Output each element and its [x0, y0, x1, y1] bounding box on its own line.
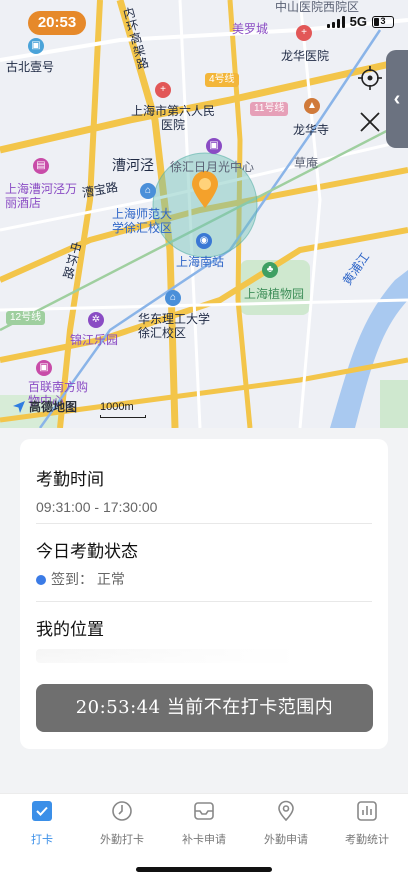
map-label: 上海市第六人民医院	[131, 104, 216, 132]
tab-clock-in[interactable]: 打卡	[1, 800, 83, 847]
tab-label: 外勤打卡	[100, 834, 144, 846]
battery-level: 3	[380, 15, 386, 26]
tab-label: 外勤申请	[264, 834, 308, 846]
home-indicator[interactable]	[136, 867, 272, 872]
attendance-status-title: 今日考勤状态	[36, 542, 138, 561]
locate-button[interactable]	[352, 60, 388, 96]
shopping-pin-icon: ▣	[206, 138, 222, 154]
map-label: 锦江乐园	[70, 333, 119, 347]
map-view[interactable]: + + ▣ ▣ ▤ ⌂ ⌂ ◉ ♣ ✲ ▣ ▲ 中山医院西院区 美罗城 内环高架…	[0, 0, 408, 428]
hospital-pin-icon: +	[155, 82, 171, 98]
tab-attendance-stats[interactable]: 考勤统计	[326, 800, 408, 847]
map-roads	[0, 0, 408, 428]
map-label: 华东理工大学徐汇校区	[138, 312, 211, 340]
attendance-card: 考勤时间 09:31:00 - 17:30:00 今日考勤状态 签到： 正常 我…	[20, 439, 388, 749]
map-label: 上海南站	[176, 255, 225, 269]
map-label: 草庵	[294, 156, 319, 170]
school-pin-icon: ⌂	[140, 183, 156, 199]
tab-label: 考勤统计	[345, 834, 389, 846]
map-label: 徐汇日月光中心	[170, 160, 255, 174]
crosshair-icon	[358, 66, 382, 90]
map-logo-text: 高德地图	[29, 400, 78, 414]
status-time: 20:53	[28, 11, 86, 35]
clock-icon	[112, 801, 132, 821]
attendance-status-section: 今日考勤状态 签到： 正常	[36, 541, 372, 588]
tab-label: 补卡申请	[182, 834, 226, 846]
map-scale-text: 1000m	[100, 401, 134, 413]
temple-pin-icon: ▲	[304, 98, 320, 114]
bar-chart-icon	[357, 801, 377, 821]
map-scale: 1000m	[100, 401, 146, 418]
battery-icon: 3	[372, 15, 394, 28]
side-drawer-handle[interactable]: ‹	[386, 50, 408, 148]
route-badge: 12号线	[6, 311, 46, 325]
check-square-icon	[32, 801, 52, 821]
shopping-pin-icon: ▣	[36, 360, 52, 376]
inbox-icon	[194, 802, 214, 820]
close-icon	[360, 112, 380, 132]
attendance-time-section: 考勤时间 09:31:00 - 17:30:00	[36, 469, 372, 516]
map-label: 漕河泾	[112, 157, 154, 173]
map-logo: 高德地图	[12, 398, 77, 415]
route-badge: 4号线	[205, 73, 239, 87]
status-dot-icon	[36, 575, 46, 585]
signal-icon	[326, 15, 345, 28]
park-pin-icon: ♣	[262, 262, 278, 278]
fade-overlay	[20, 639, 388, 689]
attendance-time-value: 09:31:00 - 17:30:00	[36, 499, 158, 515]
tab-label: 打卡	[31, 834, 53, 846]
close-map-button[interactable]	[352, 104, 388, 140]
attendance-status-value: 签到： 正常	[51, 571, 125, 587]
status-bar: 20:53 5G 3	[0, 0, 408, 42]
hotel-pin-icon: ▤	[33, 158, 49, 174]
map-label: 龙华寺	[293, 123, 330, 137]
tab-field-clock-in[interactable]: 外勤打卡	[81, 800, 163, 847]
tab-makeup-request[interactable]: 补卡申请	[163, 800, 245, 847]
map-label: 上海植物园	[244, 287, 305, 301]
current-location-marker	[190, 170, 220, 210]
tab-field-request[interactable]: 外勤申请	[245, 800, 327, 847]
route-badge: 11号线	[250, 102, 289, 116]
out-of-range-toast: 20:53:44 当前不在打卡范围内	[36, 684, 373, 732]
school-pin-icon: ⌂	[165, 290, 181, 306]
station-pin-icon: ◉	[196, 233, 212, 249]
map-label: 上海师范大学徐汇校区	[112, 207, 173, 235]
network-type: 5G	[349, 14, 367, 29]
navigation-arrow-icon	[13, 400, 25, 413]
map-label: 上海漕河泾万丽酒店	[5, 182, 78, 210]
attendance-time-title: 考勤时间	[36, 470, 104, 489]
amusement-pin-icon: ✲	[88, 312, 104, 328]
divider	[36, 523, 372, 524]
map-label: 龙华医院	[281, 49, 330, 63]
chevron-left-icon: ‹	[393, 87, 401, 110]
my-location-section: 我的位置	[36, 619, 372, 641]
divider	[36, 601, 372, 602]
map-label: 古北壹号	[6, 60, 55, 74]
my-location-title: 我的位置	[36, 620, 104, 639]
location-pin-icon	[278, 800, 294, 822]
